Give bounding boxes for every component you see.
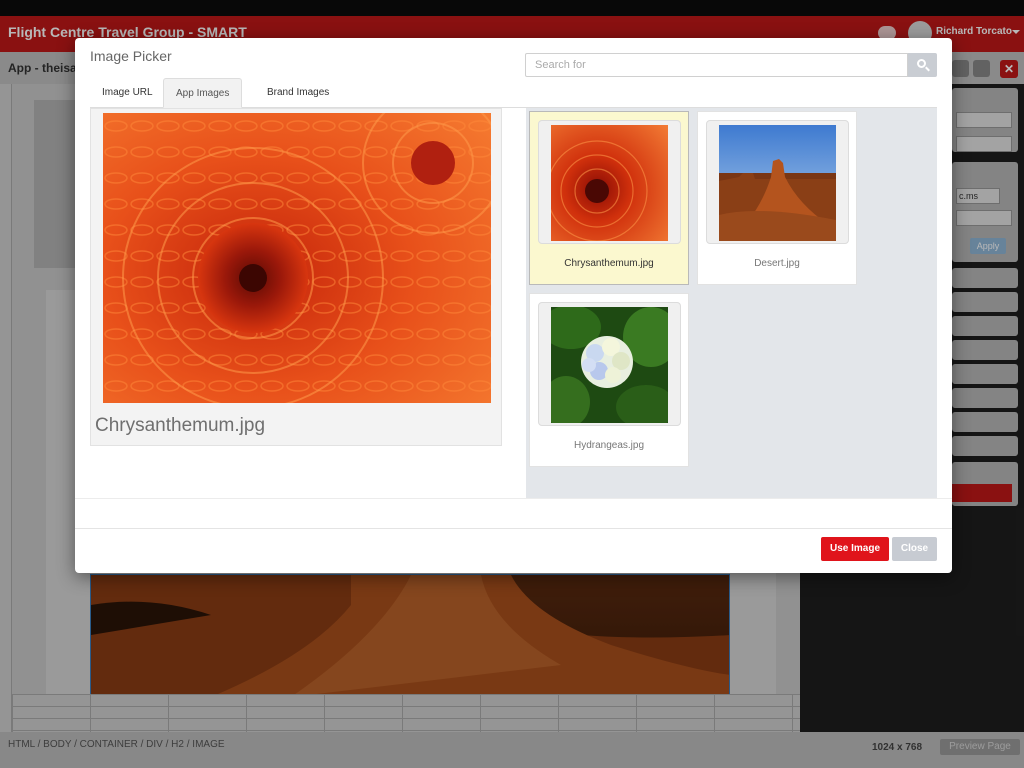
use-image-button[interactable]: Use Image bbox=[821, 537, 889, 561]
thumbnail-image bbox=[551, 307, 668, 423]
tab-image-url[interactable]: Image URL bbox=[90, 78, 165, 108]
image-card-label: Desert.jpg bbox=[754, 258, 800, 269]
image-card-label: Hydrangeas.jpg bbox=[573, 440, 645, 451]
modal-title: Image Picker bbox=[90, 48, 172, 64]
image-card-hydrangeas[interactable]: Hydrangeas.jpg bbox=[529, 293, 689, 467]
image-card-desert[interactable]: Desert.jpg bbox=[697, 111, 857, 285]
image-card-chrysanthemum[interactable]: Chrysanthemum.jpg bbox=[529, 111, 689, 285]
thumbnail-frame bbox=[538, 120, 681, 244]
image-gallery: Chrysanthemum.jpg Desert.jpg Hydrangeas.… bbox=[526, 108, 937, 499]
thumbnail-image bbox=[551, 125, 668, 241]
search-icon bbox=[917, 59, 926, 68]
search-button[interactable] bbox=[908, 53, 937, 77]
divider bbox=[75, 498, 952, 499]
divider bbox=[75, 528, 952, 529]
tab-bar: Image URL App Images Brand Images bbox=[90, 78, 937, 108]
preview-image bbox=[103, 113, 491, 403]
preview-caption: Chrysanthemum.jpg bbox=[95, 415, 266, 436]
thumbnail-image bbox=[719, 125, 836, 241]
close-button[interactable]: Close bbox=[892, 537, 937, 561]
tab-app-images[interactable]: App Images bbox=[163, 78, 243, 108]
tab-brand-images[interactable]: Brand Images bbox=[255, 78, 341, 108]
image-preview-panel: Chrysanthemum.jpg bbox=[90, 108, 502, 446]
image-card-label: Chrysanthemum.jpg bbox=[564, 258, 654, 269]
thumbnail-frame bbox=[706, 120, 849, 244]
search-input[interactable] bbox=[525, 53, 908, 77]
image-picker-modal: Image Picker Image URL App Images Brand … bbox=[75, 38, 952, 573]
thumbnail-frame bbox=[538, 302, 681, 426]
